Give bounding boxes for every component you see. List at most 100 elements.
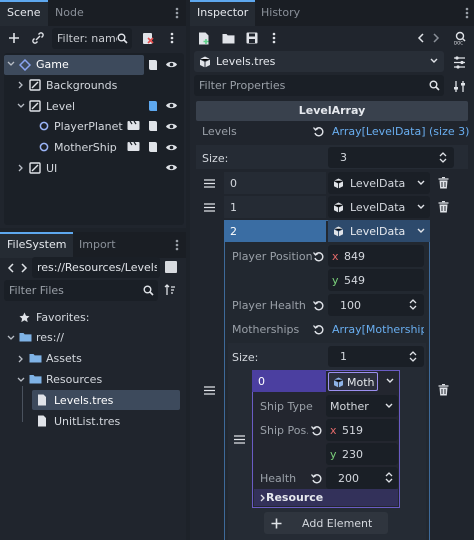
player-position-y-field[interactable]: y 549 <box>328 269 424 291</box>
svg-text:DOC: DOC <box>454 41 463 46</box>
spinner-arrows-icon[interactable] <box>384 470 394 485</box>
filesystem-path-field[interactable]: res://Resources/Levels.t <box>32 257 160 278</box>
chevron-down-icon[interactable] <box>416 227 426 235</box>
resource-cube-icon <box>332 376 344 388</box>
tree-label-mothership: MotherShip <box>54 141 117 154</box>
add-element-button[interactable]: Add Element <box>264 512 388 534</box>
element-0-resource-picker[interactable]: LevelData <box>328 172 430 194</box>
settings-sliders-icon[interactable] <box>450 77 468 95</box>
drag-handle-icon[interactable] <box>202 176 216 190</box>
expand-chevron-icon[interactable] <box>16 101 26 111</box>
resource-file-icon <box>36 414 48 428</box>
filesystem-filter-input[interactable]: Filter Files <box>4 280 158 301</box>
element-1-header[interactable] <box>224 196 326 218</box>
toggle-view-button[interactable] <box>165 261 177 273</box>
revert-icon[interactable] <box>312 250 324 262</box>
element-2-header[interactable] <box>224 220 326 242</box>
section-header[interactable]: LevelArray <box>196 101 468 121</box>
resources-folder-label: Resources <box>46 373 103 386</box>
tab-inspector[interactable]: Inspector <box>190 0 256 26</box>
history-forward-icon[interactable] <box>430 30 442 46</box>
drag-handle-icon[interactable] <box>202 200 216 214</box>
sort-icon[interactable] <box>163 283 177 297</box>
object-properties-icon[interactable] <box>450 53 468 71</box>
instance-scene-icon[interactable] <box>126 140 140 153</box>
delete-trash-icon[interactable] <box>434 175 452 191</box>
visibility-eye-icon[interactable] <box>164 120 178 133</box>
back-arrow-icon[interactable] <box>4 260 16 276</box>
docs-search-icon[interactable]: DOC <box>450 28 470 48</box>
scene-menu-icon[interactable] <box>166 30 178 46</box>
revert-icon[interactable] <box>312 125 324 137</box>
res-root-label: res:// <box>36 331 64 344</box>
spinner-arrows-icon[interactable] <box>408 349 418 364</box>
dock-menu-icon[interactable] <box>462 6 472 20</box>
revert-icon[interactable] <box>312 323 324 335</box>
visibility-eye-icon[interactable] <box>164 141 178 154</box>
script-attached-icon[interactable] <box>146 58 159 71</box>
expand-chevron-icon[interactable] <box>16 375 26 385</box>
health-spinbox[interactable]: 200 <box>326 467 398 489</box>
expand-chevron-icon[interactable] <box>16 163 26 173</box>
add-node-icon[interactable] <box>6 30 22 46</box>
script-icon[interactable] <box>140 30 156 46</box>
dock-menu-icon[interactable] <box>172 6 182 20</box>
plus-icon <box>270 517 282 529</box>
tab-scene[interactable]: Scene <box>0 0 48 26</box>
resource-selector[interactable]: Levels.tres <box>194 51 444 72</box>
tree-label-playerplanet: PlayerPlanet <box>54 120 123 133</box>
drag-handle-icon[interactable] <box>232 432 246 446</box>
levels-array-value[interactable]: Array[LevelData] (size 3) <box>332 125 469 138</box>
dock-menu-icon[interactable] <box>172 238 182 252</box>
ship-position-y-field[interactable]: y 230 <box>326 443 398 465</box>
element-2-resource-picker[interactable]: LevelData <box>328 220 430 242</box>
scene-filter-input[interactable]: Filter: name, <box>52 28 132 49</box>
visibility-eye-icon[interactable] <box>164 161 178 174</box>
tab-import[interactable]: Import <box>72 232 123 258</box>
ship-type-dropdown[interactable]: Mother <box>326 395 398 417</box>
expand-chevron-icon[interactable] <box>6 333 16 343</box>
revert-icon[interactable] <box>310 424 322 436</box>
revert-icon[interactable] <box>310 472 322 484</box>
link-icon[interactable] <box>30 30 46 46</box>
revert-icon[interactable] <box>312 299 324 311</box>
drag-handle-icon[interactable] <box>202 383 216 397</box>
tab-node[interactable]: Node <box>48 0 91 26</box>
element-0-header[interactable] <box>224 172 326 194</box>
delete-trash-icon[interactable] <box>434 199 452 215</box>
chevron-down-icon[interactable] <box>416 179 426 187</box>
element-1-resource-picker[interactable]: LevelData <box>328 196 430 218</box>
more-options-icon[interactable] <box>268 30 280 46</box>
player-health-spinbox[interactable]: 100 <box>328 294 424 316</box>
tab-filesystem[interactable]: FileSystem <box>0 232 74 258</box>
open-folder-icon[interactable] <box>220 30 236 46</box>
expand-chevron-icon[interactable] <box>16 80 26 90</box>
filter-properties-input[interactable]: Filter Properties <box>194 75 444 96</box>
tab-history[interactable]: History <box>254 0 307 26</box>
chevron-down-icon[interactable] <box>416 203 426 211</box>
history-back-icon[interactable] <box>414 30 426 46</box>
visibility-eye-icon[interactable] <box>164 58 178 71</box>
chevron-right-icon <box>258 493 266 503</box>
inspector-dock: Inspector History DOC Levels.tres Filter… <box>190 0 474 540</box>
player-position-x-field[interactable]: x 849 <box>328 245 424 267</box>
script-attached-icon[interactable] <box>146 119 159 132</box>
expand-chevron-icon[interactable] <box>6 59 16 69</box>
ship-position-x-field[interactable]: x 519 <box>326 419 398 441</box>
delete-trash-icon[interactable] <box>434 382 452 398</box>
inner-size-spinbox[interactable]: 1 <box>328 346 424 367</box>
spinner-arrows-icon[interactable] <box>438 150 448 165</box>
expand-chevron-icon[interactable] <box>16 354 26 364</box>
mothership-resource-picker[interactable]: Moth <box>328 372 378 391</box>
motherships-array-value[interactable]: Array[Mothership <box>332 323 424 336</box>
instance-scene-icon[interactable] <box>126 119 140 132</box>
forward-arrow-icon[interactable] <box>18 260 30 276</box>
script-attached-icon[interactable] <box>146 99 159 112</box>
new-resource-icon[interactable] <box>196 30 212 46</box>
visibility-eye-icon[interactable] <box>164 99 178 112</box>
script-attached-icon[interactable] <box>146 140 159 153</box>
size-spinbox[interactable]: 3 <box>328 147 454 168</box>
save-icon[interactable] <box>244 30 260 46</box>
spinner-arrows-icon[interactable] <box>408 297 418 312</box>
chevron-down-icon[interactable] <box>385 377 395 385</box>
